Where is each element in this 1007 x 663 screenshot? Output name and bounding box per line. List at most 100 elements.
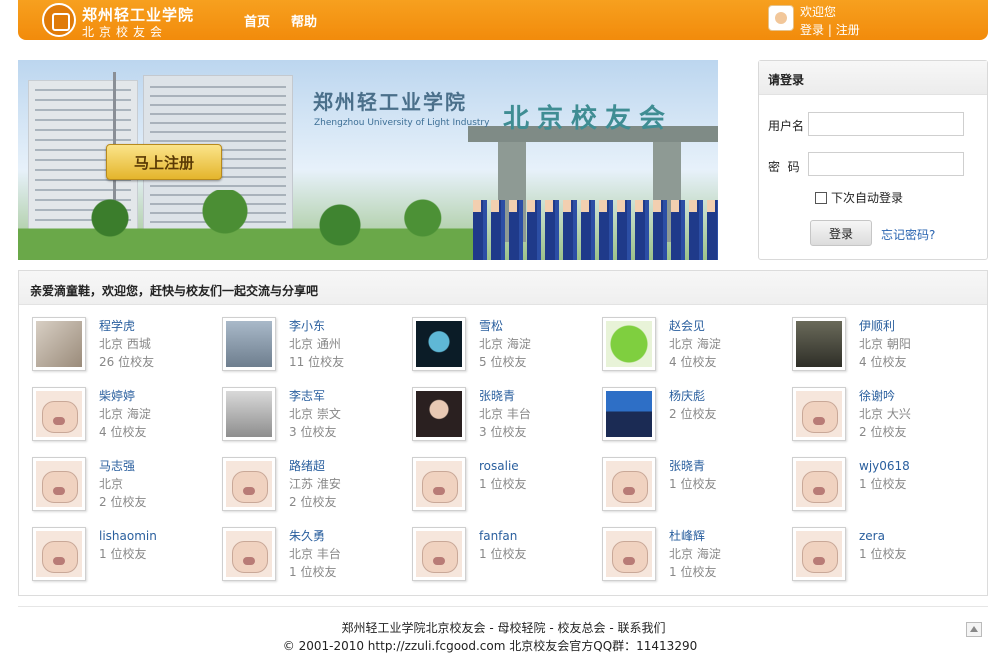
- header-link-separator: |: [827, 23, 832, 37]
- profile-photo: [606, 391, 652, 437]
- alumni-name-link[interactable]: fanfan: [479, 527, 526, 545]
- alumni-name-link[interactable]: 徐谢吟: [859, 387, 911, 405]
- profile-photo: [416, 321, 462, 367]
- alumni-name-link[interactable]: 朱久勇: [289, 527, 341, 545]
- alumni-name-link[interactable]: 张晓青: [669, 457, 716, 475]
- alumni-name-link[interactable]: rosalie: [479, 457, 526, 475]
- footer-link-alumni-general[interactable]: 校友总会: [557, 621, 605, 635]
- alumni-location: 北京 海淀: [479, 337, 531, 351]
- alumni-name-link[interactable]: wjy0618: [859, 457, 910, 475]
- alumni-card: 马志强 北京 2 位校友: [32, 457, 222, 527]
- header-register-link[interactable]: 注册: [836, 23, 860, 37]
- alumni-info: lishaomin 1 位校友: [99, 527, 157, 563]
- login-title: 请登录: [759, 61, 987, 95]
- alumni-avatar[interactable]: [222, 387, 276, 441]
- alumni-avatar[interactable]: [32, 387, 86, 441]
- alumni-avatar[interactable]: [32, 527, 86, 581]
- header-login-link[interactable]: 登录: [800, 23, 824, 37]
- alumni-info: 张晓青 1 位校友: [669, 457, 716, 493]
- alumni-avatar[interactable]: [792, 457, 846, 511]
- alumni-card: 徐谢吟 北京 大兴 2 位校友: [792, 387, 982, 457]
- register-now-button[interactable]: 马上注册: [106, 144, 222, 180]
- alumni-friend-count: 1 位校友: [479, 477, 527, 491]
- footer-separator: -: [485, 621, 498, 635]
- campus-trees-image: [18, 190, 478, 260]
- alumni-friend-count: 26 位校友: [99, 355, 155, 369]
- alumni-friend-count: 4 位校友: [669, 355, 717, 369]
- alumni-name-link[interactable]: 杨庆彪: [669, 387, 716, 405]
- footer-link-association[interactable]: 郑州轻工业学院北京校友会: [342, 621, 486, 635]
- auth-links: 登录 | 注册: [800, 21, 860, 38]
- alumni-avatar[interactable]: [792, 387, 846, 441]
- alumni-name-link[interactable]: 路绪超: [289, 457, 341, 475]
- alumni-name-link[interactable]: lishaomin: [99, 527, 157, 545]
- alumni-card: 程学虎 北京 西城 26 位校友: [32, 317, 222, 387]
- alumni-avatar[interactable]: [412, 457, 466, 511]
- forgot-password-link[interactable]: 忘记密码?: [881, 226, 935, 243]
- alumni-avatar[interactable]: [32, 457, 86, 511]
- username-input[interactable]: [808, 112, 964, 136]
- alumni-friend-count: 1 位校友: [669, 565, 717, 579]
- alumni-friend-count: 5 位校友: [479, 355, 527, 369]
- alumni-name-link[interactable]: 伊顺利: [859, 317, 911, 335]
- alumni-friend-count: 2 位校友: [669, 407, 717, 421]
- alumni-avatar[interactable]: [412, 387, 466, 441]
- remember-me[interactable]: 下次自动登录: [815, 189, 903, 206]
- alumni-info: 伊顺利 北京 朝阳 4 位校友: [859, 317, 911, 371]
- default-pig-avatar-icon: [36, 461, 82, 507]
- back-to-top-icon[interactable]: [966, 622, 982, 637]
- footer-link-alma-mater[interactable]: 母校轻院: [498, 621, 546, 635]
- footer-separator: -: [545, 621, 558, 635]
- nav-home[interactable]: 首页: [244, 11, 270, 30]
- alumni-friend-count: 4 位校友: [99, 425, 147, 439]
- banner-calligraphy: 郑州轻工业学院: [313, 90, 467, 114]
- alumni-grid: 程学虎 北京 西城 26 位校友 李小东 北京 通州 11 位校友 雪松 北京 海淀 5 位校友…: [32, 317, 982, 597]
- alumni-friend-count: 4 位校友: [859, 355, 907, 369]
- profile-photo: [226, 391, 272, 437]
- banner-english-name: Zhengzhou University of Light Industry: [314, 118, 490, 128]
- alumni-avatar[interactable]: [602, 317, 656, 371]
- alumni-name-link[interactable]: 雪松: [479, 317, 531, 335]
- alumni-card: wjy0618 1 位校友: [792, 457, 982, 527]
- logo-school-name: 郑州轻工业学院: [82, 6, 195, 24]
- alumni-name-link[interactable]: 李志军: [289, 387, 341, 405]
- password-input[interactable]: [808, 152, 964, 176]
- alumni-name-link[interactable]: 程学虎: [99, 317, 154, 335]
- alumni-avatar[interactable]: [32, 317, 86, 371]
- login-button[interactable]: 登录: [810, 220, 872, 246]
- alumni-card: 雪松北京 海淀 5 位校友: [412, 317, 602, 387]
- alumni-name-link[interactable]: 马志强: [99, 457, 146, 475]
- alumni-name-link[interactable]: 李小东: [289, 317, 344, 335]
- default-pig-avatar-icon: [796, 461, 842, 507]
- default-pig-avatar-icon: [226, 461, 272, 507]
- logo-subtitle: 北京校友会: [82, 25, 168, 39]
- alumni-avatar[interactable]: [412, 317, 466, 371]
- alumni-name-link[interactable]: 杜峰辉: [669, 527, 721, 545]
- nav-help[interactable]: 帮助: [291, 11, 317, 30]
- remember-me-checkbox[interactable]: [815, 191, 827, 204]
- alumni-location: 北京 崇文: [289, 407, 341, 421]
- alumni-avatar[interactable]: [602, 527, 656, 581]
- alumni-avatar[interactable]: [222, 317, 276, 371]
- alumni-avatar[interactable]: [792, 317, 846, 371]
- graduates-image: [473, 200, 718, 260]
- alumni-avatar[interactable]: [412, 527, 466, 581]
- alumni-avatar[interactable]: [222, 527, 276, 581]
- alumni-avatar[interactable]: [602, 457, 656, 511]
- alumni-card: 张晓青 北京 丰台 3 位校友: [412, 387, 602, 457]
- footer-link-contact[interactable]: 联系我们: [617, 621, 665, 635]
- alumni-avatar[interactable]: [222, 457, 276, 511]
- alumni-card: 朱久勇 北京 丰台 1 位校友: [222, 527, 412, 597]
- alumni-avatar[interactable]: [602, 387, 656, 441]
- alumni-info: 杨庆彪 2 位校友: [669, 387, 716, 423]
- alumni-info: 马志强 北京 2 位校友: [99, 457, 146, 511]
- alumni-location: 北京 丰台: [479, 407, 531, 421]
- site-logo[interactable]: 郑州轻工业学院 北京校友会: [42, 3, 195, 39]
- default-pig-avatar-icon: [36, 531, 82, 577]
- alumni-name-link[interactable]: zera: [859, 527, 906, 545]
- welcome-text: 欢迎您: [800, 5, 837, 19]
- alumni-name-link[interactable]: 柴婷婷: [99, 387, 151, 405]
- alumni-name-link[interactable]: 赵会见: [669, 317, 721, 335]
- alumni-name-link[interactable]: 张晓青: [479, 387, 531, 405]
- alumni-avatar[interactable]: [792, 527, 846, 581]
